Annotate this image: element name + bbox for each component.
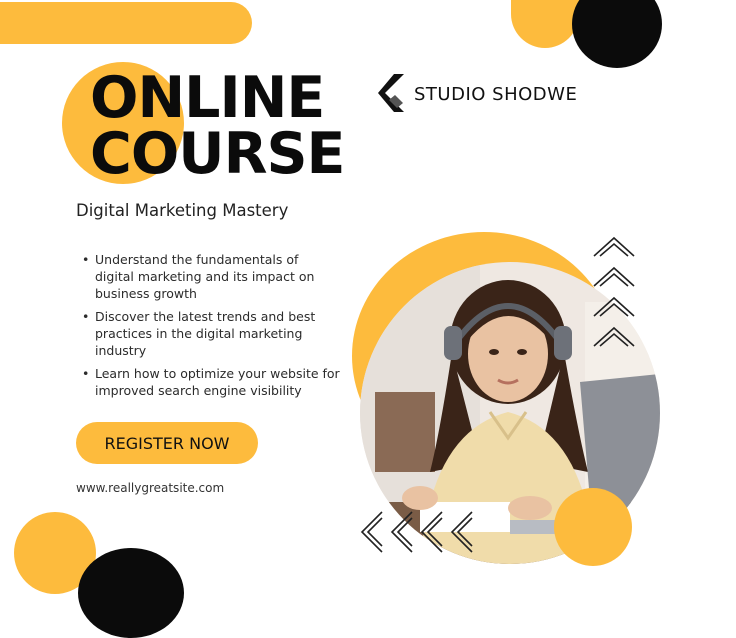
decor-black-circle-bottom-left [78, 548, 184, 638]
list-item: Understand the fundamentals of digital m… [80, 251, 340, 302]
title-line-2: COURSE [90, 121, 345, 187]
feature-list: Understand the fundamentals of digital m… [80, 251, 340, 405]
course-subtitle: Digital Marketing Mastery [76, 201, 289, 220]
list-item: Learn how to optimize your website for i… [80, 365, 340, 399]
decor-black-circle-top-right [572, 0, 662, 68]
chevron-logo-icon [378, 74, 404, 112]
register-now-button[interactable]: REGISTER NOW [76, 422, 258, 464]
list-item: Discover the latest trends and best prac… [80, 308, 340, 359]
website-link[interactable]: www.reallygreatsite.com [76, 481, 224, 495]
brand-name: STUDIO SHODWE [414, 83, 578, 105]
decor-pill-top-left [0, 2, 252, 44]
decor-yellow-half-circle-top-right [511, 0, 579, 48]
up-chevrons-icon [593, 236, 635, 347]
decor-yellow-circle-photo-corner [554, 488, 632, 566]
brand-logo: STUDIO SHODWE [374, 74, 577, 114]
left-chevrons-icon [360, 511, 473, 553]
title-line-1: ONLINE [90, 65, 325, 131]
page-title: ONLINE COURSE [90, 65, 345, 187]
